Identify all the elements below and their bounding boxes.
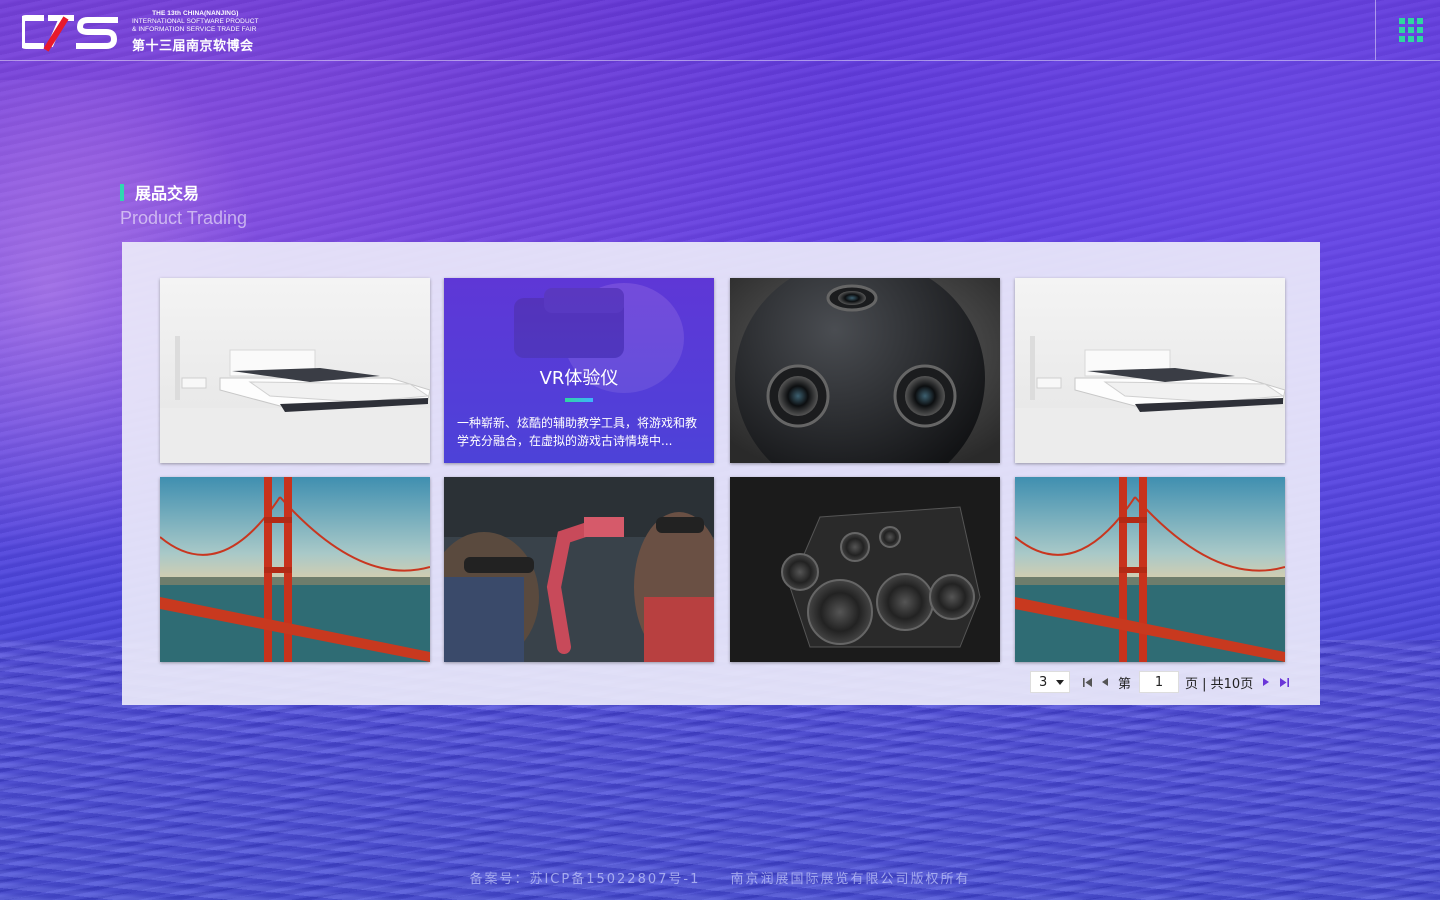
title-underline: [565, 398, 593, 402]
grid-menu-icon[interactable]: [1399, 18, 1423, 42]
logo-en-line1: THE 13th CHINA(NANJING): [152, 10, 239, 17]
product-description: 一种崭新、炫酷的辅助教学工具，将游戏和教学充分融合，在虚拟的游戏古诗情境中...: [457, 416, 698, 448]
icp-number[interactable]: 备案号：苏ICP备15022807号-1: [469, 872, 700, 887]
logo-text: THE 13th CHINA(NANJING) INTERNATIONAL SO…: [132, 10, 259, 54]
product-hover-overlay: VR体验仪 一种崭新、炫酷的辅助教学工具，将游戏和教学充分融合，在虚拟的游戏古诗…: [444, 278, 714, 463]
section-title-cn-text: 展品交易: [135, 184, 200, 203]
logo-en-line2: INTERNATIONAL SOFTWARE PRODUCT: [132, 18, 259, 25]
header: THE 13th CHINA(NANJING) INTERNATIONAL SO…: [0, 0, 1440, 61]
page-size-value: 3: [1039, 674, 1048, 690]
product-card[interactable]: [730, 477, 1000, 662]
prev-page-icon[interactable]: [1098, 675, 1112, 689]
golden-gate-bridge-photo: [160, 477, 430, 662]
page-size-select[interactable]: 3: [1030, 671, 1070, 693]
header-divider: [1375, 0, 1376, 60]
cis-logo-mark: [22, 15, 118, 52]
first-page-icon[interactable]: [1080, 675, 1094, 689]
current-page-input[interactable]: [1139, 671, 1180, 693]
copyright-text: 南京润展国际展览有限公司版权所有: [730, 872, 971, 887]
product-card[interactable]: [444, 477, 714, 662]
logo-cn: 第十三届南京软博会: [132, 39, 254, 54]
chevron-down-icon: [1056, 679, 1064, 685]
section-title-cn: 展品交易: [120, 180, 247, 204]
product-card[interactable]: [730, 278, 1000, 463]
logo-en-line3: & INFORMATION SERVICE TRADE FAIR: [132, 26, 257, 33]
product-card[interactable]: [160, 278, 430, 463]
spherical-camera-photo: [730, 278, 1000, 463]
bed-photo: [160, 278, 430, 463]
footer: 备案号：苏ICP备15022807号-1 南京润展国际展览有限公司版权所有: [0, 868, 1440, 887]
page-label-suffix: 页 | 共10页: [1185, 676, 1254, 692]
bed-photo: [1015, 278, 1285, 463]
product-card[interactable]: [1015, 477, 1285, 662]
title-accent-bar: [120, 183, 124, 201]
product-card-vr[interactable]: VR体验仪 一种崭新、炫酷的辅助教学工具，将游戏和教学充分融合，在虚拟的游戏古诗…: [444, 278, 714, 463]
hololens-robot-arm-photo: [444, 477, 714, 662]
golden-gate-bridge-photo: [1015, 477, 1285, 662]
product-title: VR体验仪: [539, 368, 619, 389]
product-card[interactable]: [160, 477, 430, 662]
section-title: 展品交易 Product Trading: [120, 180, 247, 229]
last-page-icon[interactable]: [1277, 675, 1291, 689]
pagination: 3 第 页 | 共10页: [1030, 670, 1291, 694]
next-page-icon[interactable]: [1259, 675, 1273, 689]
speaker-exploded-photo: [730, 477, 1000, 662]
product-card[interactable]: [1015, 278, 1285, 463]
page-label-prefix: 第: [1118, 676, 1132, 692]
product-panel: VR体验仪 一种崭新、炫酷的辅助教学工具，将游戏和教学充分融合，在虚拟的游戏古诗…: [122, 242, 1320, 705]
logo[interactable]: THE 13th CHINA(NANJING) INTERNATIONAL SO…: [22, 10, 259, 54]
section-title-en: Product Trading: [120, 208, 248, 228]
